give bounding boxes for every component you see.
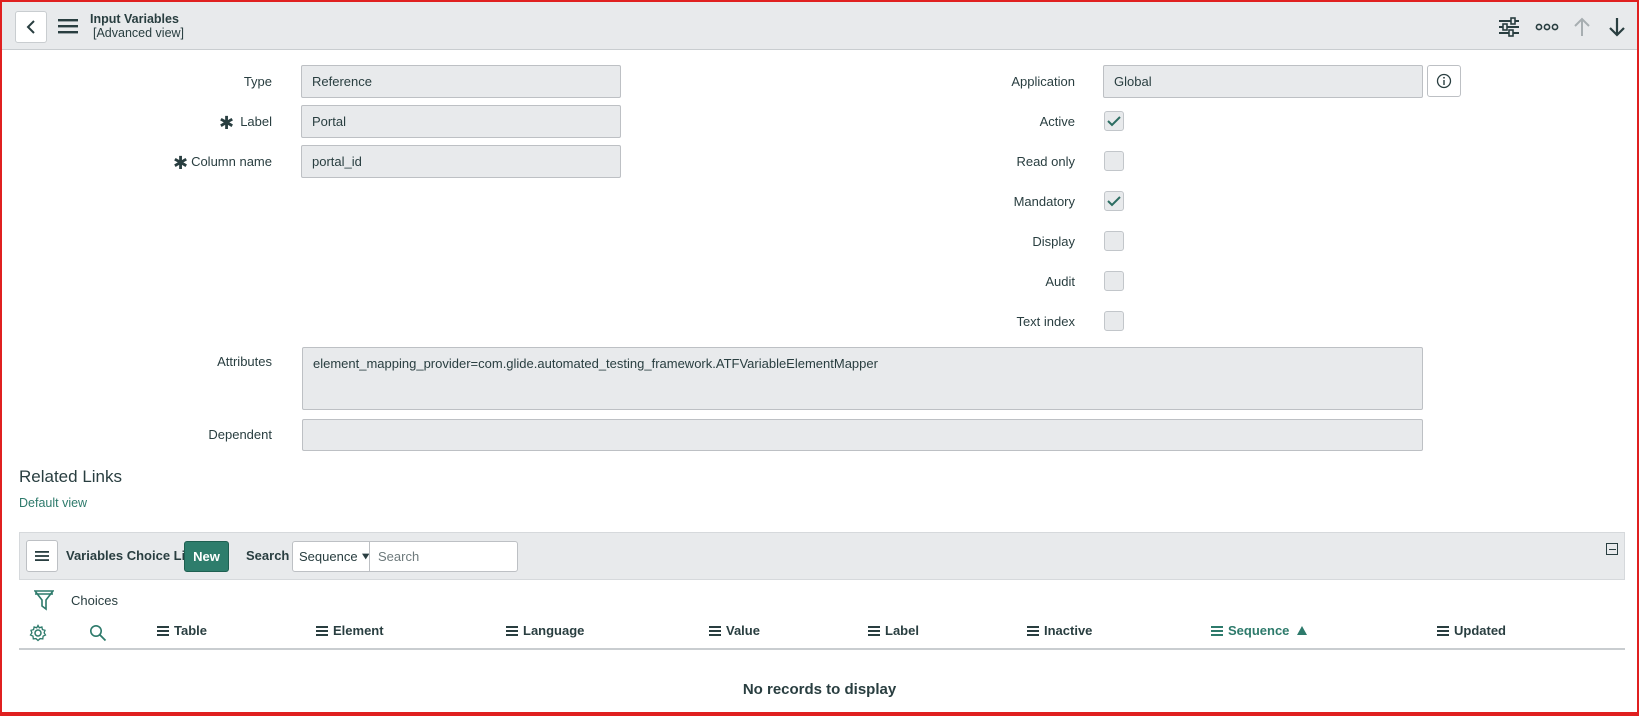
column-menu-icon[interactable] xyxy=(506,625,518,636)
search-column-button[interactable] xyxy=(89,624,107,642)
column-name-field[interactable]: portal_id xyxy=(301,145,621,178)
application-field[interactable]: Global xyxy=(1103,65,1423,98)
search-field-select[interactable]: Sequence xyxy=(292,541,370,572)
active-label: Active xyxy=(1039,114,1075,129)
column-header-element[interactable]: Element xyxy=(316,623,384,638)
view-name: [Advanced view] xyxy=(93,26,185,40)
caret-down-icon xyxy=(361,553,369,560)
column-menu-icon[interactable] xyxy=(1211,625,1223,636)
checkmark-icon xyxy=(1107,116,1121,127)
type-label: Type xyxy=(243,74,272,89)
column-menu-icon[interactable] xyxy=(709,625,721,636)
column-name-label: Column name xyxy=(191,154,272,169)
search-label: Search xyxy=(246,548,290,563)
active-checkbox[interactable] xyxy=(1104,111,1124,131)
menu-icon[interactable] xyxy=(57,17,79,35)
sort-ascending-icon xyxy=(1297,626,1308,635)
display-checkbox[interactable] xyxy=(1104,231,1124,251)
column-menu-icon[interactable] xyxy=(1027,625,1039,636)
attributes-label: Attributes xyxy=(217,354,272,369)
column-header-inactive[interactable]: Inactive xyxy=(1027,623,1092,638)
application-label: Application xyxy=(1011,74,1075,89)
more-icon[interactable] xyxy=(1535,15,1559,39)
new-button[interactable]: New xyxy=(184,541,229,572)
search-input[interactable]: Search xyxy=(369,541,518,572)
display-label: Display xyxy=(1032,234,1075,249)
table-header-divider xyxy=(19,648,1625,650)
related-list-toolbar: Variables Choice List New Search Sequenc… xyxy=(19,532,1625,580)
info-icon xyxy=(1436,73,1452,89)
list-menu-button[interactable] xyxy=(26,540,58,572)
column-menu-icon[interactable] xyxy=(868,625,880,636)
column-header-label[interactable]: Label xyxy=(868,623,919,638)
column-header-value[interactable]: Value xyxy=(709,623,760,638)
mandatory-checkbox[interactable] xyxy=(1104,191,1124,211)
label-field[interactable]: Portal xyxy=(301,105,621,138)
personalize-list-button[interactable] xyxy=(29,624,47,642)
column-menu-icon[interactable] xyxy=(316,625,328,636)
column-header-language[interactable]: Language xyxy=(506,623,584,638)
info-button[interactable] xyxy=(1427,65,1461,97)
column-menu-icon[interactable] xyxy=(157,625,169,636)
column-header-sequence[interactable]: Sequence xyxy=(1211,623,1308,638)
back-button[interactable] xyxy=(15,11,47,43)
filter-icon[interactable] xyxy=(33,588,55,615)
dependent-label: Dependent xyxy=(208,427,272,442)
text-index-label: Text index xyxy=(1016,314,1075,329)
arrow-up-icon[interactable] xyxy=(1570,15,1594,39)
empty-list-message: No records to display xyxy=(742,681,897,698)
search-icon xyxy=(90,625,107,642)
type-field[interactable]: Reference xyxy=(301,65,621,98)
read-only-checkbox[interactable] xyxy=(1104,151,1124,171)
back-icon xyxy=(26,20,35,34)
related-links-heading: Related Links xyxy=(19,467,123,486)
column-menu-icon[interactable] xyxy=(1437,625,1449,636)
audit-label: Audit xyxy=(1045,274,1075,289)
default-view-link[interactable]: Default view xyxy=(19,496,87,510)
page-title: Input Variables xyxy=(90,12,179,26)
menu-icon xyxy=(35,551,49,561)
search-field-value: Sequence xyxy=(299,549,358,564)
window-frame-bottom xyxy=(0,712,1639,716)
gear-icon xyxy=(29,624,47,642)
checkmark-icon xyxy=(1107,196,1121,207)
list-title: Variables Choice List xyxy=(66,548,197,563)
mandatory-label: Mandatory xyxy=(1013,194,1075,209)
settings-sliders-icon[interactable] xyxy=(1497,15,1521,39)
column-header-table[interactable]: Table xyxy=(157,623,207,638)
text-index-checkbox[interactable] xyxy=(1104,311,1124,331)
audit-checkbox[interactable] xyxy=(1104,271,1124,291)
arrow-down-icon[interactable] xyxy=(1605,15,1629,39)
dependent-field[interactable] xyxy=(302,419,1423,451)
column-header-updated[interactable]: Updated xyxy=(1437,623,1506,638)
filter-breadcrumb[interactable]: Choices xyxy=(71,593,118,608)
read-only-label: Read only xyxy=(1016,154,1075,169)
form-header: Input Variables [Advanced view] xyxy=(0,0,1639,50)
attributes-field[interactable]: element_mapping_provider=com.glide.autom… xyxy=(302,347,1423,410)
label-label: Label xyxy=(240,114,272,129)
collapse-icon[interactable] xyxy=(1606,543,1618,555)
